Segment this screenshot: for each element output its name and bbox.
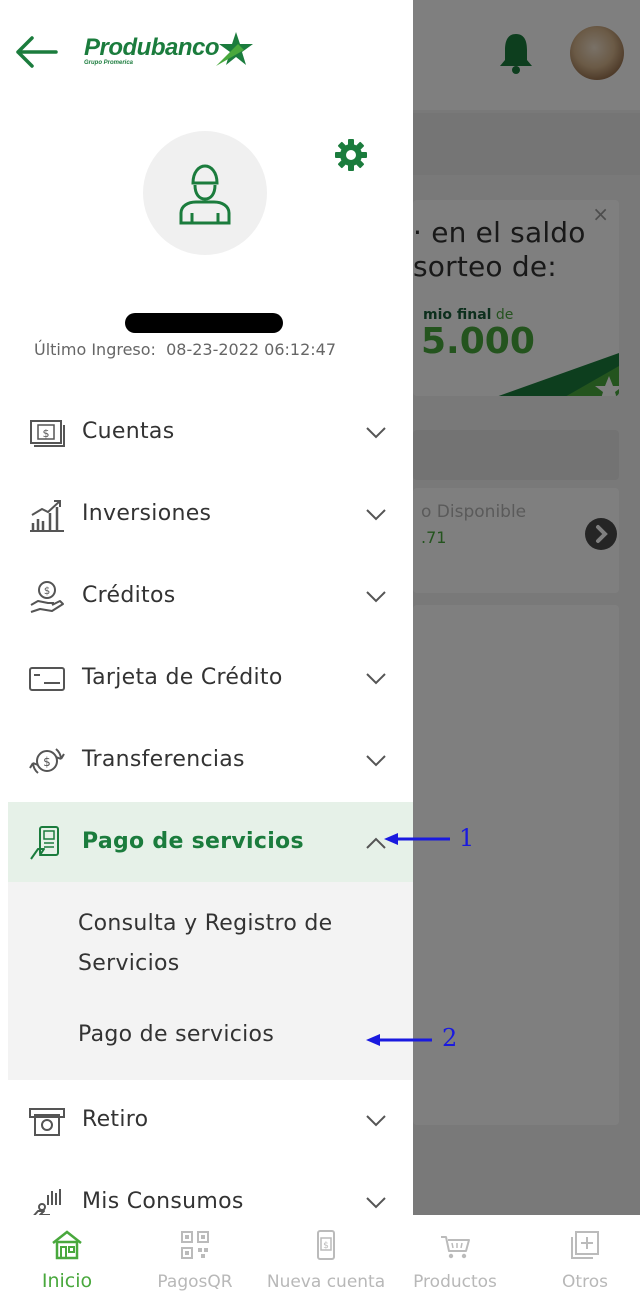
last-login: Último Ingreso: 08-23-2022 06:12:47 xyxy=(34,340,337,359)
menu-item-tarjeta-de-credito[interactable]: Tarjeta de Crédito xyxy=(0,638,413,720)
chevron-down-icon xyxy=(366,1115,386,1127)
menu-item-retiro[interactable]: Retiro xyxy=(0,1080,413,1162)
nav-tab-otros[interactable]: Otros xyxy=(521,1215,640,1301)
menu-item-inversiones[interactable]: Inversiones xyxy=(0,474,413,556)
annotation-arrow-1-icon xyxy=(384,833,450,845)
nav-tab-pagosqr[interactable]: PagosQR xyxy=(131,1215,259,1301)
svg-text:$: $ xyxy=(323,1241,329,1251)
withdrawal-icon xyxy=(29,1108,65,1136)
user-name-redacted xyxy=(125,313,283,333)
chevron-down-icon xyxy=(366,755,386,767)
menu-item-cuentas[interactable]: $ Cuentas xyxy=(0,392,413,474)
user-profile-icon xyxy=(179,164,231,225)
menu-label: Créditos xyxy=(82,583,176,608)
submenu-pago-de-servicios: Consulta y Registro de Servicios Pago de… xyxy=(8,882,413,1080)
menu-label: Pago de servicios xyxy=(82,829,304,854)
svg-text:$: $ xyxy=(43,755,51,769)
nav-tab-nueva-cuenta[interactable]: $ Nueva cuenta xyxy=(262,1215,390,1301)
nav-label: Otros xyxy=(562,1272,608,1292)
nav-tab-inicio[interactable]: Inicio xyxy=(3,1215,131,1301)
more-icon xyxy=(571,1231,599,1259)
settings-gear-icon[interactable] xyxy=(333,137,369,173)
menu-label: Retiro xyxy=(82,1107,149,1132)
nav-label: PagosQR xyxy=(157,1272,233,1292)
transfer-icon: $ xyxy=(29,748,65,774)
service-payment-icon xyxy=(30,826,59,860)
profile-avatar[interactable] xyxy=(143,131,267,255)
annotation-marker-1: 1 xyxy=(459,824,475,852)
chevron-down-icon xyxy=(366,1197,386,1209)
home-icon xyxy=(52,1230,82,1260)
chevron-down-icon xyxy=(366,427,386,439)
svg-text:$: $ xyxy=(44,586,50,597)
credit-hand-icon: $ xyxy=(30,581,64,613)
consumption-icon xyxy=(33,1189,61,1215)
chevron-down-icon xyxy=(366,673,386,685)
menu-label: Transferencias xyxy=(82,747,245,772)
nav-tab-productos[interactable]: Productos xyxy=(391,1215,519,1301)
menu-item-creditos[interactable]: $ Créditos xyxy=(0,556,413,638)
investment-chart-icon xyxy=(30,500,64,532)
credit-card-icon xyxy=(29,667,65,691)
nav-label: Nueva cuenta xyxy=(266,1272,386,1292)
bottom-navigation: Inicio PagosQR $ Nueva cuenta Productos xyxy=(0,1215,640,1301)
back-arrow-icon[interactable] xyxy=(12,34,58,70)
navigation-drawer: Produbanco Grupo Promerica Último Ingres… xyxy=(0,0,413,1215)
submenu-item-pago-de-servicios[interactable]: Pago de servicios xyxy=(78,1022,274,1047)
menu-label: Mis Consumos xyxy=(82,1189,244,1214)
nav-label: Inicio xyxy=(41,1270,93,1292)
produbanco-logo: Produbanco Grupo Promerica xyxy=(84,34,220,66)
qr-code-icon xyxy=(181,1231,209,1259)
cash-icon: $ xyxy=(30,420,65,447)
annotation-arrow-2-icon xyxy=(366,1034,432,1046)
logo-star-icon xyxy=(216,32,253,66)
menu-item-pago-de-servicios[interactable]: Pago de servicios xyxy=(8,802,413,882)
drawer-menu: $ Cuentas Inversiones $ Créditos Tarjeta… xyxy=(0,392,413,1215)
menu-label: Inversiones xyxy=(82,501,212,526)
chevron-down-icon xyxy=(366,591,386,603)
menu-item-transferencias[interactable]: $ Transferencias xyxy=(0,720,413,802)
new-account-icon: $ xyxy=(317,1230,335,1260)
chevron-down-icon xyxy=(366,509,386,521)
cart-icon xyxy=(441,1236,470,1259)
menu-item-mis-consumos[interactable]: Mis Consumos xyxy=(0,1162,413,1215)
menu-label: Cuentas xyxy=(82,419,175,444)
nav-label: Productos xyxy=(413,1272,497,1292)
annotation-marker-2: 2 xyxy=(442,1024,458,1052)
svg-text:$: $ xyxy=(43,427,50,440)
menu-label: Tarjeta de Crédito xyxy=(82,665,283,690)
submenu-item-consulta-registro[interactable]: Consulta y Registro de Servicios xyxy=(78,904,378,984)
